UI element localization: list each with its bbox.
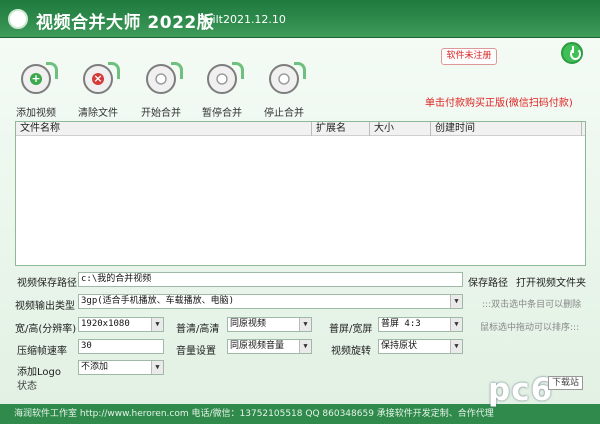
chevron-down-icon: ▼ — [299, 318, 311, 331]
open-folder-button[interactable]: 打开视频文件夹 — [516, 274, 586, 289]
clear-files-label: 清除文件 — [78, 108, 118, 119]
pc6-watermark: pc6 下载站 — [488, 372, 592, 408]
clear-files-button[interactable]: × 清除文件 — [70, 62, 126, 119]
build-version: Built2021.12.10 — [198, 13, 286, 26]
unregistered-button[interactable]: 软件未注册 — [441, 48, 497, 65]
stop-merge-button[interactable]: 停止合并 — [256, 62, 312, 119]
logo-select[interactable]: 不添加 ▼ — [78, 360, 164, 375]
logo-value: 不添加 — [81, 362, 109, 372]
status-label: 状态 — [17, 381, 37, 392]
quality-select[interactable]: 同原视频 ▼ — [227, 317, 312, 332]
audio-label: 音量设置 — [176, 346, 216, 357]
start-merge-button[interactable]: 开始合并 — [133, 62, 189, 119]
chevron-down-icon: ▼ — [450, 318, 462, 331]
logo-label: 添加Logo — [17, 367, 61, 378]
column-header-name[interactable]: 文件名称 — [16, 122, 312, 136]
framerate-input[interactable]: 30 — [78, 339, 164, 354]
chevron-down-icon: ▼ — [450, 340, 462, 353]
start-merge-icon — [146, 62, 183, 94]
watermark-badge: 下载站 — [548, 376, 584, 390]
output-type-label: 视频输出类型 — [15, 301, 75, 312]
output-type-select[interactable]: 3gp(适合手机播放、车载播放、电脑) ▼ — [78, 294, 463, 309]
column-header-created[interactable]: 创建时间 — [431, 122, 582, 136]
stop-merge-label: 停止合并 — [264, 108, 304, 119]
chevron-down-icon: ▼ — [299, 340, 311, 353]
main-panel: + 添加视频 × 清除文件 开始合并 暂停合并 停止合并 软件未注册 单击付款购… — [0, 38, 600, 404]
file-list-header: 文件名称 扩展名 大小 创建时间 — [16, 122, 585, 136]
window-title: 视频合并大师 2022版 — [36, 13, 215, 33]
title-bar: 视频合并大师 2022版 Built2021.12.10 — [0, 0, 600, 38]
resolution-select[interactable]: 1920x1080 ▼ — [78, 317, 164, 332]
pause-merge-label: 暂停合并 — [202, 108, 242, 119]
hint-drag: 鼠标选中拖动可以排序::: — [480, 323, 580, 333]
rotate-select[interactable]: 保持原状 ▼ — [378, 339, 463, 354]
quality-label: 普清/高清 — [176, 324, 220, 335]
buy-link[interactable]: 单击付款购买正版(微信扫码付款) — [425, 94, 573, 109]
resolution-value: 1920x1080 — [81, 319, 130, 329]
chevron-down-icon: ▼ — [450, 295, 462, 308]
start-merge-label: 开始合并 — [141, 108, 181, 119]
save-path-label: 视频保存路径 — [17, 278, 77, 289]
chevron-down-icon: ▼ — [151, 318, 163, 331]
pause-merge-icon — [207, 62, 244, 94]
audio-select[interactable]: 同原视频音量 ▼ — [227, 339, 312, 354]
hint-dblclick: :::双击选中条目可以删除 — [482, 300, 582, 310]
stop-merge-icon — [269, 62, 306, 94]
framerate-label: 压缩帧速率 — [17, 346, 67, 357]
aspect-select[interactable]: 普屏 4:3 ▼ — [378, 317, 463, 332]
column-header-size[interactable]: 大小 — [370, 122, 431, 136]
aspect-value: 普屏 4:3 — [381, 319, 421, 329]
output-type-value: 3gp(适合手机播放、车载播放、电脑) — [81, 296, 235, 306]
file-list[interactable]: 文件名称 扩展名 大小 创建时间 — [15, 121, 586, 266]
rotate-label: 视频旋转 — [331, 346, 371, 357]
rotate-value: 保持原状 — [381, 341, 418, 351]
watermark-logo-text: pc6 — [488, 372, 554, 408]
add-video-button[interactable]: + 添加视频 — [8, 62, 64, 119]
column-header-ext[interactable]: 扩展名 — [312, 122, 370, 136]
quality-value: 同原视频 — [230, 319, 267, 329]
clear-files-icon: × — [83, 62, 120, 94]
audio-value: 同原视频音量 — [230, 341, 285, 351]
save-path-button[interactable]: 保存路径 — [468, 274, 508, 289]
pause-merge-button[interactable]: 暂停合并 — [194, 62, 250, 119]
power-icon[interactable] — [561, 42, 583, 64]
add-video-icon: + — [21, 62, 58, 94]
save-path-input[interactable]: c:\我的合并视频 — [78, 272, 463, 287]
aspect-label: 普屏/宽屏 — [329, 324, 373, 335]
add-video-label: 添加视频 — [16, 108, 56, 119]
resolution-label: 宽/高(分辨率) — [15, 324, 77, 335]
chevron-down-icon: ▼ — [151, 361, 163, 374]
app-logo-icon — [8, 9, 28, 29]
